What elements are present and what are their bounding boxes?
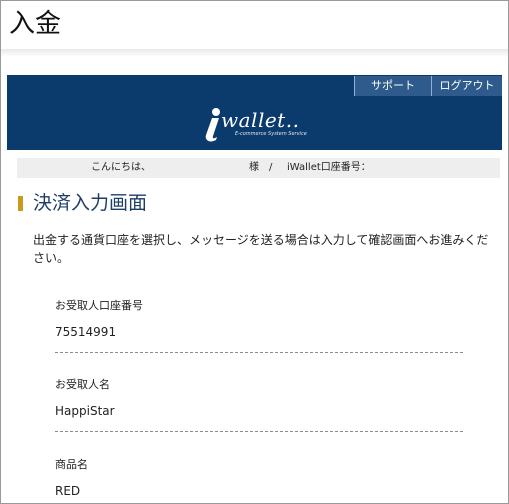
title-divider: [1, 49, 508, 57]
field-divider: [55, 431, 463, 432]
field-label: 商品名: [55, 458, 88, 471]
greeting-bar: こんにちは、 様 / iWallet口座番号：: [17, 158, 500, 178]
field-value: HappiStar: [55, 404, 115, 418]
field-recipient-name: お受取人名 HappiStar: [55, 378, 463, 432]
support-button[interactable]: サポート: [354, 76, 431, 96]
instruction-text: 出金する通貨口座を選択し、メッセージを送る場合は入力して確認画面へお進みください…: [33, 233, 489, 265]
field-label: お受取人名: [55, 378, 110, 391]
section-title: 決済入力画面: [33, 192, 148, 214]
site-header: サポート ログアウト wallet.. E-commerce System Se…: [7, 75, 502, 150]
field-product-name: 商品名 RED: [55, 458, 463, 499]
field-label: お受取人口座番号: [55, 299, 143, 312]
account-number-label: iWallet口座番号：: [287, 162, 371, 173]
greeting-honorific: 様: [249, 162, 259, 173]
field-value: 75514991: [55, 325, 117, 339]
greeting-hello: こんにちは、: [91, 162, 151, 173]
field-divider: [55, 352, 463, 353]
logo-wordmark: wallet..: [221, 108, 300, 132]
browser-frame: 入金 サポート ログアウト wallet.. E-commerce System…: [0, 0, 509, 504]
section-marker: [18, 196, 23, 211]
iwallet-logo: wallet.. E-commerce System Service: [197, 106, 317, 142]
logo-tagline: E-commerce System Service: [235, 131, 307, 137]
page-title: 入金: [9, 9, 62, 39]
field-value: RED: [55, 484, 81, 498]
greeting-separator: /: [269, 162, 273, 173]
logout-button[interactable]: ログアウト: [431, 76, 502, 96]
field-recipient-account: お受取人口座番号 75514991: [55, 299, 463, 353]
